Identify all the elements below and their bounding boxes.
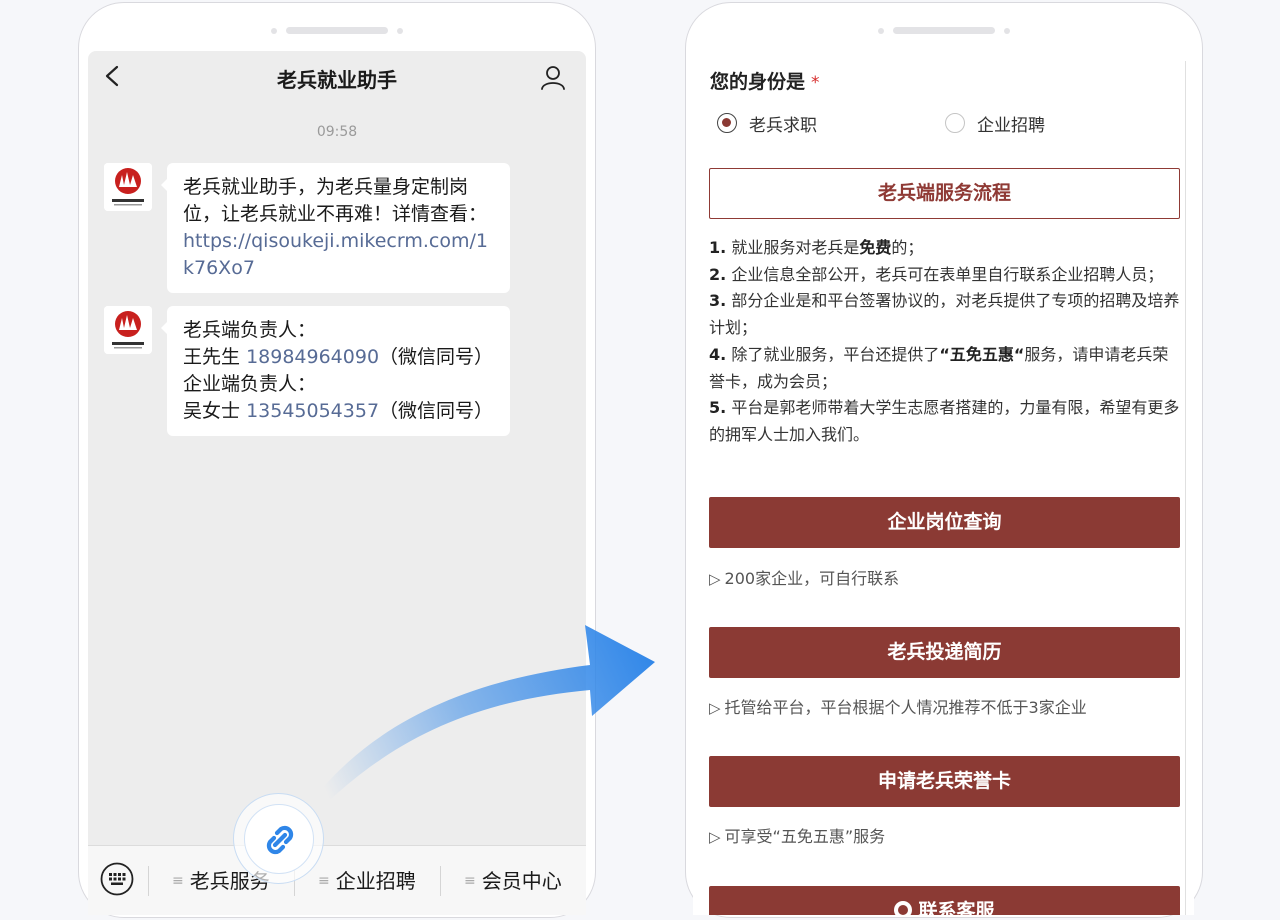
flow-item: 1. 就业服务对老兵是免费的；: [709, 235, 1184, 262]
menu-divider: [440, 866, 441, 896]
contact-service-button[interactable]: 联系客服: [709, 886, 1180, 915]
menu-item-label: 会员中心: [481, 869, 562, 893]
flow-item-number: 3.: [709, 291, 727, 311]
radio-veteran-job[interactable]: 老兵求职: [717, 111, 817, 136]
phone-speaker: [893, 27, 995, 34]
menu-item-company-recruit[interactable]: ≡ 企业招聘: [318, 866, 416, 896]
veteran-contact: 王先生 18984964090（微信同号）: [183, 344, 496, 371]
identity-question: 您的身份是 *: [710, 67, 820, 94]
triangle-icon: ▷: [709, 828, 721, 846]
message-link[interactable]: https://qisoukeji.mikecrm.com/1k76Xo7: [183, 230, 488, 279]
user-profile-icon[interactable]: [540, 64, 566, 90]
company-job-search-button[interactable]: 企业岗位查询: [709, 497, 1180, 548]
radio-unchecked-icon: [945, 113, 965, 133]
keyboard-icon[interactable]: [100, 862, 134, 896]
phone-sensor: [271, 28, 277, 34]
flow-item-text: 企业信息全部公开，老兵可在表单里自行联系企业招聘人员；: [731, 264, 1164, 284]
flow-item-number: 4.: [709, 344, 727, 364]
headset-icon: [894, 901, 913, 915]
honor-card-button[interactable]: 申请老兵荣誉卡: [709, 756, 1180, 807]
flow-item-number: 1.: [709, 238, 727, 257]
phone-frame-chat: 老兵就业助手 09:58 老兵就业助手，为老兵量身定制岗位，让老兵就业不再难！详…: [78, 2, 596, 918]
bot-avatar[interactable]: [104, 306, 152, 354]
menu-lines-icon: ≡: [318, 873, 330, 889]
menu-lines-icon: ≡: [172, 873, 184, 889]
logo-icon: [104, 163, 152, 211]
menu-item-member-center[interactable]: ≡ 会员中心: [464, 866, 562, 896]
flow-item-bold: 免费: [859, 238, 892, 257]
flow-item-number: 2.: [709, 264, 727, 284]
phone-speaker: [286, 27, 388, 34]
chat-header: 老兵就业助手: [88, 51, 586, 103]
link-badge-inner: [244, 804, 314, 874]
chat-screen: 老兵就业助手 09:58 老兵就业助手，为老兵量身定制岗位，让老兵就业不再难！详…: [88, 51, 586, 915]
flow-item-text: 除了就业服务，平台还提供了: [731, 344, 940, 364]
button-label: 联系客服: [918, 900, 995, 915]
action-description-text: 托管给平台，平台根据个人情况推荐不低于3家企业: [724, 698, 1087, 717]
radio-label: 企业招聘: [977, 115, 1045, 136]
triangle-icon: ▷: [709, 570, 721, 588]
required-mark: *: [811, 73, 820, 93]
flow-item: 5. 平台是郭老师带着大学生志愿者搭建的，力量有限，希望有更多的拥军人士加入我们…: [709, 395, 1184, 448]
service-flow-title: 老兵端服务流程: [709, 168, 1180, 219]
flow-item-text: 部分企业是和平台签署协议的，对老兵提供了专项的招聘及培养计划；: [709, 291, 1180, 338]
radio-checked-icon: [717, 113, 737, 133]
action-description-text: 200家企业，可自行联系: [724, 569, 900, 588]
bot-avatar[interactable]: [104, 163, 152, 211]
flow-item-text: 的；: [891, 238, 924, 257]
flow-item: 3. 部分企业是和平台签署协议的，对老兵提供了专项的招聘及培养计划；: [709, 288, 1184, 341]
action-description: ▷ 200家企业，可自行联系: [709, 565, 899, 589]
service-flow-list: 1. 就业服务对老兵是免费的； 2. 企业信息全部公开，老兵可在表单里自行联系企…: [709, 235, 1184, 449]
form-screen: 您的身份是 * 老兵求职 企业招聘 老兵端服务流程 1. 就业服务对老兵是免费的；…: [693, 51, 1194, 915]
veteran-contact-label: 老兵端负责人：: [183, 319, 317, 341]
veteran-phone-link[interactable]: 18984964090: [246, 346, 379, 368]
radio-company-recruit[interactable]: 企业招聘: [945, 111, 1045, 136]
action-description: ▷ 托管给平台，平台根据个人情况推荐不低于3家企业: [709, 694, 1087, 718]
phone-sensor: [397, 28, 403, 34]
chain-link-icon: [266, 825, 294, 855]
company-contact: 吴女士 13545054357（微信同号）: [183, 398, 496, 425]
triangle-icon: ▷: [709, 699, 721, 717]
message-bubble[interactable]: 老兵就业助手，为老兵量身定制岗位，让老兵就业不再难！详情查看： https://q…: [161, 163, 510, 293]
company-contact-label: 企业端负责人：: [183, 373, 317, 395]
phone-sensor: [1004, 28, 1010, 34]
company-contact-note: （微信同号）: [379, 400, 494, 422]
flow-item: 2. 企业信息全部公开，老兵可在表单里自行联系企业招聘人员；: [709, 262, 1184, 289]
submit-resume-button[interactable]: 老兵投递简历: [709, 627, 1180, 678]
action-description-text: 可享受“五免五惠”服务: [724, 827, 886, 846]
flow-item-text: 平台是郭老师带着大学生志愿者搭建的，力量有限，希望有更多的拥军人士加入我们。: [709, 398, 1180, 444]
menu-lines-icon: ≡: [464, 873, 476, 889]
message-bubble[interactable]: 老兵端负责人： 王先生 18984964090（微信同号） 企业端负责人： 吴女…: [161, 306, 510, 436]
scroll-track: [1185, 61, 1186, 915]
flow-item-bold: “五免五惠“: [939, 344, 1025, 364]
message-timestamp: 09:58: [316, 124, 358, 140]
action-description: ▷ 可享受“五免五惠”服务: [709, 823, 885, 847]
veteran-contact-note: （微信同号）: [379, 346, 494, 368]
identity-label: 您的身份是: [710, 71, 806, 93]
flow-item: 4. 除了就业服务，平台还提供了“五免五惠“服务，请申请老兵荣誉卡，成为会员；: [709, 342, 1184, 395]
chat-title: 老兵就业助手: [277, 68, 397, 92]
menu-item-label: 企业招聘: [335, 869, 416, 893]
company-contact-name: 吴女士: [183, 400, 241, 422]
phone-sensor: [878, 28, 884, 34]
message-text: 老兵就业助手，为老兵量身定制岗位，让老兵就业不再难！详情查看：: [183, 176, 488, 225]
chat-menu-bar: ≡ 老兵服务 ≡ 企业招聘 ≡ 会员中心: [88, 845, 586, 915]
veteran-contact-name: 王先生: [183, 346, 241, 368]
phone-frame-form: 您的身份是 * 老兵求职 企业招聘 老兵端服务流程 1. 就业服务对老兵是免费的；…: [685, 2, 1203, 918]
company-phone-link[interactable]: 13545054357: [246, 400, 379, 422]
logo-icon: [104, 306, 152, 354]
flow-item-text: 就业服务对老兵是: [731, 238, 860, 257]
radio-label: 老兵求职: [749, 115, 817, 136]
link-badge[interactable]: [233, 793, 324, 884]
menu-divider: [148, 866, 149, 896]
flow-item-number: 5.: [709, 398, 727, 418]
